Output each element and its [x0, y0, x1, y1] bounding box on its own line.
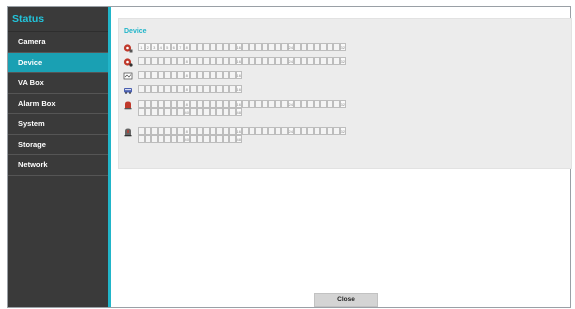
device-row-vehicle: 8 16 [122, 85, 242, 95]
device-status-cell: 48 [235, 108, 242, 116]
status-window: Status Camera Device VA Box Alarm Box Sy… [7, 6, 572, 308]
sidebar-item-alarm-box[interactable]: Alarm Box [8, 94, 108, 114]
device-row-alarm-out: 8 16 24 32 40 48 [122, 127, 346, 143]
close-button[interactable]: Close [314, 293, 378, 307]
panel-title: Device [124, 28, 147, 35]
device-row-monitor: 8 16 [122, 71, 242, 81]
sidebar-item-system[interactable]: System [8, 114, 108, 135]
content-area: Device 1 2 3 4 5 6 7 8 16 24 32 8 16 24 32 8 16 [111, 7, 572, 307]
device-row-alarm-in: 8 16 24 32 40 48 [122, 100, 346, 116]
sidebar-item-network[interactable]: Network [8, 155, 108, 176]
device-status-cell: 32 [339, 127, 346, 135]
device-status-cell: 16 [235, 85, 242, 93]
sidebar-item-device[interactable]: Device [8, 52, 108, 73]
device-status-cell: 48 [235, 135, 242, 143]
device-status-cell: 32 [339, 100, 346, 108]
sidebar-item-storage[interactable]: Storage [8, 135, 108, 155]
device-row-camera-record: 8 16 24 32 [122, 57, 346, 67]
sidebar: Status Camera Device VA Box Alarm Box Sy… [8, 7, 111, 307]
device-row-camera-alarm: 1 2 3 4 5 6 7 8 16 24 32 [122, 43, 346, 53]
device-panel: Device 1 2 3 4 5 6 7 8 16 24 32 8 16 24 32 8 16 [118, 18, 572, 169]
device-status-cell: 16 [235, 71, 242, 79]
alarm-in-icon [122, 100, 133, 110]
device-status-cell: 32 [339, 43, 346, 51]
sidebar-item-va-box[interactable]: VA Box [8, 73, 108, 94]
sidebar-item-camera[interactable]: Camera [8, 32, 108, 53]
monitor-icon [122, 71, 133, 81]
alarm-out-icon [122, 127, 133, 137]
camera-record-icon [122, 57, 133, 67]
device-status-cell: 32 [339, 57, 346, 65]
camera-alarm-icon [122, 43, 133, 53]
vehicle-icon [122, 85, 133, 95]
sidebar-title: Status [8, 7, 108, 32]
